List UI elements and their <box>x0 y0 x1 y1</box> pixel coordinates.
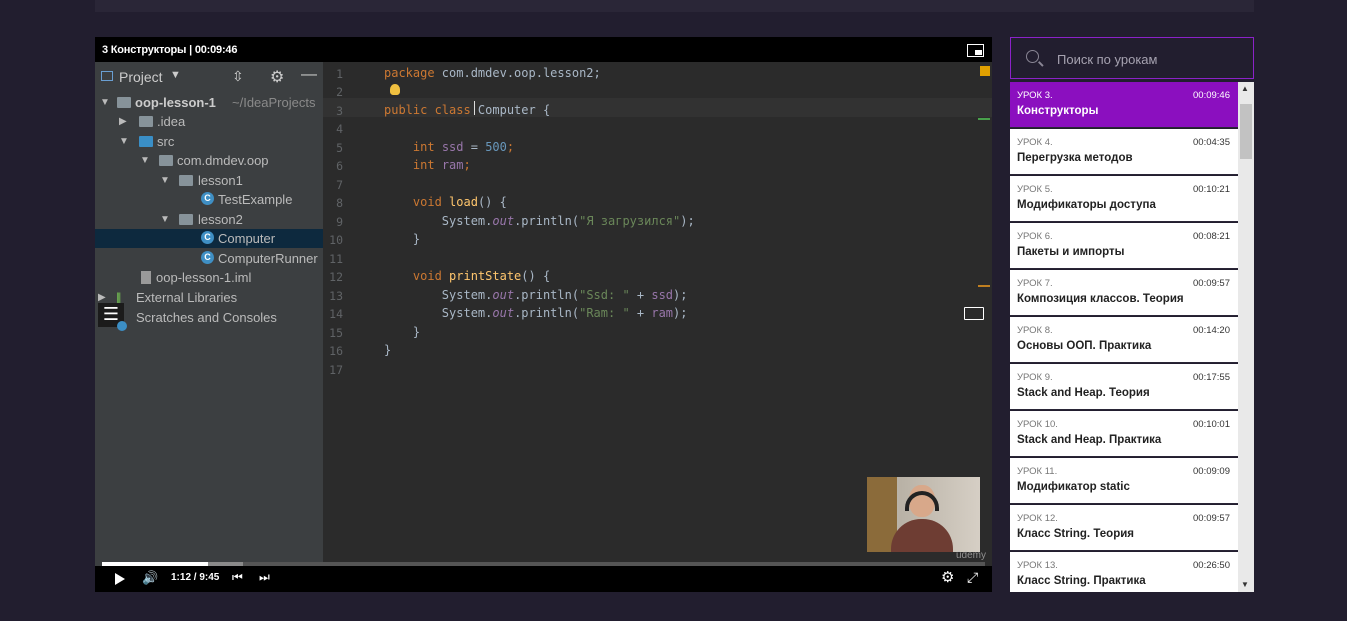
search-input[interactable] <box>1055 48 1244 70</box>
playlist-toggle-icon[interactable]: ☰ <box>98 303 127 331</box>
project-window-icon <box>101 71 113 81</box>
line-number: 16 <box>329 344 343 358</box>
text-caret <box>474 101 475 115</box>
tree-item: ▼ oop-lesson-1 ~/IdeaProjects <box>100 95 316 110</box>
tree-item: ▼ lesson1 <box>160 173 243 188</box>
fullscreen-icon[interactable]: ⤢ <box>967 569 978 586</box>
udemy-watermark: ūdemy <box>956 550 987 561</box>
tree-item: oop-lesson-1.iml <box>95 268 323 287</box>
line-number: 5 <box>336 141 343 155</box>
line-number: 4 <box>336 122 343 136</box>
lesson-item[interactable]: УРОК 5. 00:10:21 Модификаторы доступа <box>1010 176 1238 222</box>
code-line: int ram; <box>412 158 471 172</box>
time-display: 1:12 / 9:45 <box>171 572 220 583</box>
code-line: void load() { <box>412 195 507 209</box>
code-line: } <box>412 325 421 339</box>
tree-item: ▶ .idea <box>119 114 186 129</box>
project-header: Project ▼ ⇳ ⚙ — <box>95 66 323 88</box>
editor-marker <box>978 285 990 287</box>
tree-item: ▼ src <box>119 134 175 149</box>
lesson-item[interactable]: УРОК 9. 00:17:55 Stack and Heap. Теория <box>1010 364 1238 410</box>
line-number: 1 <box>336 67 343 81</box>
line-number: 17 <box>329 363 343 377</box>
editor-marker <box>980 66 990 76</box>
collapse-all-icon: ⇳ <box>232 68 244 84</box>
video-player[interactable]: 3 Конструкторы | 00:09:46 Project ▼ ⇳ ⚙ … <box>95 37 992 592</box>
instructor-webcam <box>867 477 980 552</box>
player-controls: 🔊 1:12 / 9:45 ⏮ ⏭ ⚙ ⤢ <box>95 566 992 592</box>
lesson-list: УРОК 3. 00:09:46 Конструкторы УРОК 4. 00:04… <box>1010 82 1238 592</box>
lesson-item[interactable]: УРОК 4. 00:04:35 Перегрузка методов <box>1010 129 1238 175</box>
code-line: System.out.println("Я загрузился"); <box>441 214 695 228</box>
video-title: 3 Конструкторы | 00:09:46 <box>102 44 238 56</box>
code-line: } <box>384 343 392 357</box>
line-number: 8 <box>336 196 343 210</box>
line-number: 9 <box>336 215 343 229</box>
settings-icon[interactable]: ⚙ <box>941 568 954 586</box>
line-number: 11 <box>329 252 343 266</box>
line-number: 14 <box>329 307 343 321</box>
gear-icon: ⚙ <box>270 69 285 86</box>
project-label: Project <box>119 69 163 85</box>
line-number: 10 <box>329 233 343 247</box>
lesson-item[interactable]: УРОК 7. 00:09:57 Композиция классов. Теори… <box>1010 270 1238 316</box>
scroll-up-icon[interactable]: ▲ <box>1241 84 1249 93</box>
code-line: System.out.println("Ssd: " + ssd); <box>441 288 688 302</box>
line-number: 3 <box>336 104 343 118</box>
lesson-item-active[interactable]: УРОК 3. 00:09:46 Конструкторы <box>1010 82 1238 128</box>
lesson-list-scrollbar[interactable]: ▲ ▼ <box>1238 82 1254 592</box>
previous-icon[interactable]: ⏮ <box>232 570 243 585</box>
tree-item: C ComputerRunner <box>95 249 323 268</box>
line-number: 12 <box>329 270 343 284</box>
lesson-item[interactable]: УРОК 12. 00:09:57 Класс String. Теория <box>1010 505 1238 551</box>
code-line: System.out.println("Ram: " + ram); <box>441 306 688 320</box>
tree-item: C TestExample <box>95 190 323 209</box>
search-icon <box>1026 50 1039 63</box>
line-number: 15 <box>329 326 343 340</box>
lesson-item[interactable]: УРОК 8. 00:14:20 Основы ООП. Практика <box>1010 317 1238 363</box>
top-strip <box>95 0 1254 12</box>
code-line: int ssd = 500; <box>412 140 515 154</box>
picture-in-picture-icon[interactable] <box>967 44 984 57</box>
play-icon[interactable] <box>115 573 125 585</box>
tree-item: ▶ ||| External Libraries <box>98 290 238 305</box>
tree-item: Scratches and Consoles <box>136 310 277 325</box>
lesson-item[interactable]: УРОК 10. 00:10:01 Stack and Heap. Практика <box>1010 411 1238 457</box>
line-number: 2 <box>336 85 343 99</box>
lesson-item[interactable]: УРОК 6. 00:08:21 Пакеты и импорты <box>1010 223 1238 269</box>
editor-marker <box>978 118 990 120</box>
line-number: 13 <box>329 289 343 303</box>
scroll-down-icon[interactable]: ▼ <box>1241 580 1249 589</box>
ide-project-pane: Project ▼ ⇳ ⚙ — ▼ oop-lesson-1 ~/IdeaPro… <box>95 62 323 592</box>
line-number: 6 <box>336 159 343 173</box>
minimize-icon: — <box>301 66 317 83</box>
lesson-item[interactable]: УРОК 13. 00:26:50 Класс String. Практика <box>1010 552 1238 592</box>
video-frame[interactable]: Project ▼ ⇳ ⚙ — ▼ oop-lesson-1 ~/IdeaPro… <box>95 62 992 592</box>
search-box <box>1010 37 1254 79</box>
tree-item: ▼ com.dmdev.oop <box>140 153 269 168</box>
chevron-down-icon: ▼ <box>170 69 181 81</box>
scroll-thumb[interactable] <box>1240 104 1252 159</box>
next-icon[interactable]: ⏭ <box>259 570 270 585</box>
lightbulb-icon <box>390 84 400 95</box>
tree-item: ▼ lesson2 <box>160 212 243 227</box>
code-line: void printState() { <box>412 269 551 283</box>
code-line: package com.dmdev.oop.lesson2; <box>384 66 601 80</box>
lesson-item[interactable]: УРОК 11. 00:09:09 Модификатор static <box>1010 458 1238 504</box>
theater-mode-icon[interactable] <box>964 307 984 320</box>
line-number: 7 <box>336 178 343 192</box>
volume-icon[interactable]: 🔊 <box>142 570 158 586</box>
tree-item-selected: C Computer <box>95 229 323 248</box>
code-line: public class Computer { <box>384 103 551 117</box>
code-line: } <box>412 232 421 246</box>
